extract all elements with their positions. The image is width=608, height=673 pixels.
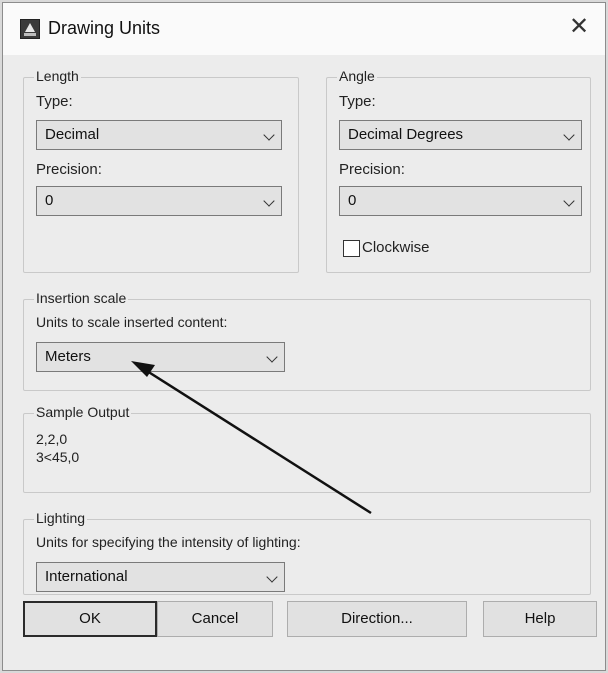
angle-type-value: Decimal Degrees (348, 126, 464, 143)
length-type-label: Type: (36, 93, 73, 110)
clockwise-checkbox[interactable] (343, 240, 360, 257)
ok-button[interactable]: OK (23, 601, 157, 637)
insertion-scale-group: Insertion scale Units to scale inserted … (23, 290, 591, 391)
window-title: Drawing Units (48, 18, 161, 38)
insertion-scale-legend: Insertion scale (34, 290, 129, 306)
length-precision-select[interactable]: 0 (36, 186, 282, 216)
drawing-units-dialog: Drawing Units ✕ Length Type: Decimal Pre… (2, 2, 606, 671)
lighting-units-label: Units for specifying the intensity of li… (36, 534, 301, 550)
lighting-group: Lighting Units for specifying the intens… (23, 510, 591, 595)
help-button[interactable]: Help (483, 601, 597, 637)
insertion-units-label: Units to scale inserted content: (36, 314, 228, 330)
chevron-down-icon (563, 129, 575, 141)
angle-precision-value: 0 (348, 192, 357, 209)
chevron-down-icon (266, 571, 278, 583)
chevron-down-icon (266, 351, 278, 363)
title-bar: Drawing Units ✕ (3, 3, 605, 55)
cancel-button[interactable]: Cancel (157, 601, 273, 637)
length-type-select[interactable]: Decimal (36, 120, 282, 150)
lighting-units-value: International (45, 568, 128, 585)
length-precision-label: Precision: (36, 161, 102, 178)
angle-precision-label: Precision: (339, 161, 405, 178)
autocad-app-icon (20, 19, 40, 39)
lighting-units-select[interactable]: International (36, 562, 285, 592)
sample-output-line-1: 2,2,0 (36, 431, 68, 447)
sample-output-line-2: 3<45,0 (36, 449, 80, 465)
chevron-down-icon (263, 195, 275, 207)
angle-type-select[interactable]: Decimal Degrees (339, 120, 582, 150)
length-type-value: Decimal (45, 126, 100, 143)
chevron-down-icon (263, 129, 275, 141)
insertion-units-value: Meters (45, 348, 91, 365)
angle-precision-select[interactable]: 0 (339, 186, 582, 216)
insertion-units-select[interactable]: Meters (36, 342, 285, 372)
angle-legend: Angle (337, 68, 377, 84)
clockwise-label[interactable]: Clockwise (362, 239, 430, 256)
sample-output-group: Sample Output 2,2,0 3<45,0 (23, 404, 591, 493)
length-precision-value: 0 (45, 192, 54, 209)
length-legend: Length (34, 68, 81, 84)
close-icon[interactable]: ✕ (565, 13, 593, 41)
direction-button[interactable]: Direction... (287, 601, 467, 637)
length-group: Length Type: Decimal Precision: 0 (23, 68, 299, 273)
angle-type-label: Type: (339, 93, 376, 110)
chevron-down-icon (563, 195, 575, 207)
angle-group: Angle Type: Decimal Degrees Precision: 0… (326, 68, 591, 273)
lighting-legend: Lighting (34, 510, 88, 526)
sample-output-legend: Sample Output (34, 404, 132, 420)
